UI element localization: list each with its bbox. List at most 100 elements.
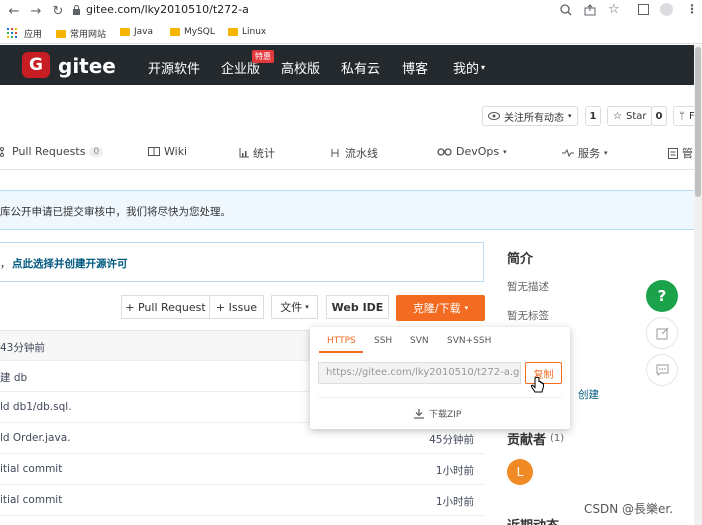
tab-service[interactable]: 服务 ▾ bbox=[562, 145, 608, 161]
commit-time: 45分钟前 bbox=[429, 434, 474, 446]
hand-cursor-icon bbox=[531, 377, 545, 395]
pipeline-icon bbox=[330, 148, 341, 158]
manage-icon bbox=[668, 147, 678, 159]
review-notice-text: 库公开申请已提交审核中，我们将尽快为您处理。 bbox=[0, 206, 231, 218]
star-icon: ☆ bbox=[613, 110, 622, 122]
caret-down-icon: ▾ bbox=[604, 149, 608, 157]
review-notice: 库公开申请已提交审核中，我们将尽快为您处理。 bbox=[0, 190, 697, 230]
gitee-logo-text[interactable]: gitee bbox=[58, 54, 116, 78]
tab-manage[interactable]: 管 bbox=[668, 145, 693, 161]
file-menu-button[interactable]: 文件 ▾ bbox=[271, 295, 318, 319]
tab-svn-ssh[interactable]: SVN+SSH bbox=[447, 336, 491, 346]
file-row[interactable]: itial commit 1小时前 bbox=[0, 454, 484, 485]
tab-pull-requests[interactable]: Pull Requests 0 bbox=[0, 145, 104, 158]
chart-icon bbox=[239, 148, 249, 158]
watch-button[interactable]: 关注所有动态 ▾ bbox=[482, 106, 578, 126]
help-button[interactable]: ? bbox=[646, 280, 678, 312]
sidepanel-icon[interactable] bbox=[638, 4, 649, 15]
download-icon bbox=[414, 408, 424, 419]
service-icon bbox=[562, 149, 574, 157]
no-tags: 暂无标签 bbox=[507, 310, 549, 322]
tab-ssh[interactable]: SSH bbox=[374, 336, 392, 346]
forward-icon[interactable]: → bbox=[28, 3, 44, 19]
tab-https[interactable]: HTTPS bbox=[327, 336, 356, 346]
commit-message[interactable]: ld db1/db.sql. bbox=[0, 401, 72, 413]
bookmark-mysql[interactable]: MySQL bbox=[170, 27, 215, 37]
nav-mine[interactable]: 我的 ▾ bbox=[453, 58, 485, 77]
caret-down-icon: ▾ bbox=[568, 112, 572, 120]
bookmark-apps[interactable]: 应用 bbox=[24, 27, 42, 40]
lock-icon bbox=[72, 5, 81, 15]
menu-icon[interactable]: ⋮ bbox=[686, 2, 698, 16]
new-issue-button[interactable]: + Issue bbox=[209, 295, 264, 319]
recent-activity-title: 近期动态 bbox=[507, 515, 559, 525]
bookmark-common-sites[interactable]: 常用网站 bbox=[56, 27, 106, 40]
bookmark-linux[interactable]: Linux bbox=[228, 27, 266, 37]
license-link[interactable]: 点此选择并创建开源许可 bbox=[12, 256, 128, 271]
commit-message[interactable]: itial commit bbox=[0, 463, 62, 475]
web-ide-button[interactable]: Web IDE bbox=[326, 295, 389, 319]
contributors-header: 贡献者 (1) bbox=[507, 433, 565, 448]
chat-icon bbox=[656, 364, 669, 376]
clone-url-input[interactable]: https://gitee.com/lky2010510/t272-a.git bbox=[318, 362, 521, 384]
clone-download-button[interactable]: 克隆/下载 ▾ bbox=[396, 295, 485, 321]
star-button[interactable]: ☆ Star bbox=[607, 106, 653, 126]
commit-time: 1小时前 bbox=[435, 496, 474, 508]
tab-svn[interactable]: SVN bbox=[410, 336, 429, 346]
star-bookmark-icon[interactable]: ☆ bbox=[608, 2, 620, 17]
commit-message[interactable]: 建 db bbox=[0, 370, 27, 385]
commit-time: 1小时前 bbox=[435, 465, 474, 477]
back-icon[interactable]: ← bbox=[6, 3, 22, 19]
folder-icon bbox=[56, 29, 66, 38]
wiki-icon bbox=[148, 147, 160, 156]
eye-icon bbox=[488, 112, 500, 120]
pr-icon bbox=[0, 146, 8, 157]
bookmark-java[interactable]: Java bbox=[120, 27, 153, 37]
watch-count[interactable]: 1 bbox=[585, 106, 601, 126]
file-row[interactable]: itial commit 1小时前 bbox=[0, 485, 484, 516]
license-tip-prefix: ， bbox=[0, 258, 11, 270]
edit-icon bbox=[656, 327, 669, 340]
gitee-logo-icon[interactable]: G bbox=[22, 52, 50, 78]
chat-button[interactable] bbox=[646, 354, 678, 386]
nav-blog[interactable]: 博客 bbox=[402, 58, 428, 77]
profile-icon[interactable] bbox=[660, 3, 673, 16]
apps-grid-icon[interactable] bbox=[7, 28, 17, 38]
caret-down-icon: ▾ bbox=[305, 303, 309, 311]
nav-private-cloud[interactable]: 私有云 bbox=[341, 58, 380, 77]
csdn-watermark: CSDN @長樂er. bbox=[584, 502, 674, 516]
share-icon[interactable] bbox=[584, 4, 596, 16]
tab-stats[interactable]: 统计 bbox=[239, 145, 275, 161]
devops-icon bbox=[437, 147, 452, 156]
promo-badge: 特惠 bbox=[252, 50, 274, 63]
intro-title: 简介 bbox=[507, 252, 534, 267]
url-text[interactable]: gitee.com/lky2010510/t272-a bbox=[86, 3, 249, 16]
dropdown-divider bbox=[318, 397, 562, 398]
nav-open-source[interactable]: 开源软件 bbox=[148, 58, 200, 77]
license-tip: ， 点此选择并创建开源许可 bbox=[0, 242, 484, 282]
folder-icon bbox=[120, 28, 130, 36]
commit-message[interactable]: ld Order.java. bbox=[0, 432, 70, 444]
commit-time: 43分钟前 bbox=[0, 342, 45, 354]
no-description: 暂无描述 bbox=[507, 281, 549, 293]
caret-down-icon: ▾ bbox=[464, 304, 469, 312]
address-bar-row: ← → ↻ gitee.com/lky2010510/t272-a ☆ ⋮ bbox=[0, 0, 702, 22]
reload-icon[interactable]: ↻ bbox=[50, 3, 66, 19]
contributor-avatar[interactable]: L bbox=[507, 459, 533, 485]
tab-wiki[interactable]: Wiki bbox=[148, 145, 187, 158]
tab-devops[interactable]: DevOps ▾ bbox=[437, 145, 507, 158]
fork-icon: ᛘ bbox=[679, 110, 685, 122]
create-link[interactable]: 创建 bbox=[578, 387, 599, 402]
nav-education[interactable]: 高校版 bbox=[281, 58, 320, 77]
folder-icon bbox=[228, 28, 238, 36]
bookmarks-bar: 应用 常用网站 Java MySQL Linux bbox=[0, 22, 702, 44]
edit-feedback-button[interactable] bbox=[646, 317, 678, 349]
tab-pipeline[interactable]: 流水线 bbox=[330, 145, 378, 161]
new-pull-request-button[interactable]: + Pull Request bbox=[121, 295, 210, 319]
star-count[interactable]: 0 bbox=[651, 106, 667, 126]
zoom-icon[interactable] bbox=[560, 4, 572, 16]
download-zip-link[interactable]: 下载ZIP bbox=[414, 407, 461, 420]
caret-down-icon: ▾ bbox=[503, 147, 507, 156]
scrollbar-thumb[interactable] bbox=[695, 47, 701, 197]
commit-message[interactable]: itial commit bbox=[0, 494, 62, 506]
